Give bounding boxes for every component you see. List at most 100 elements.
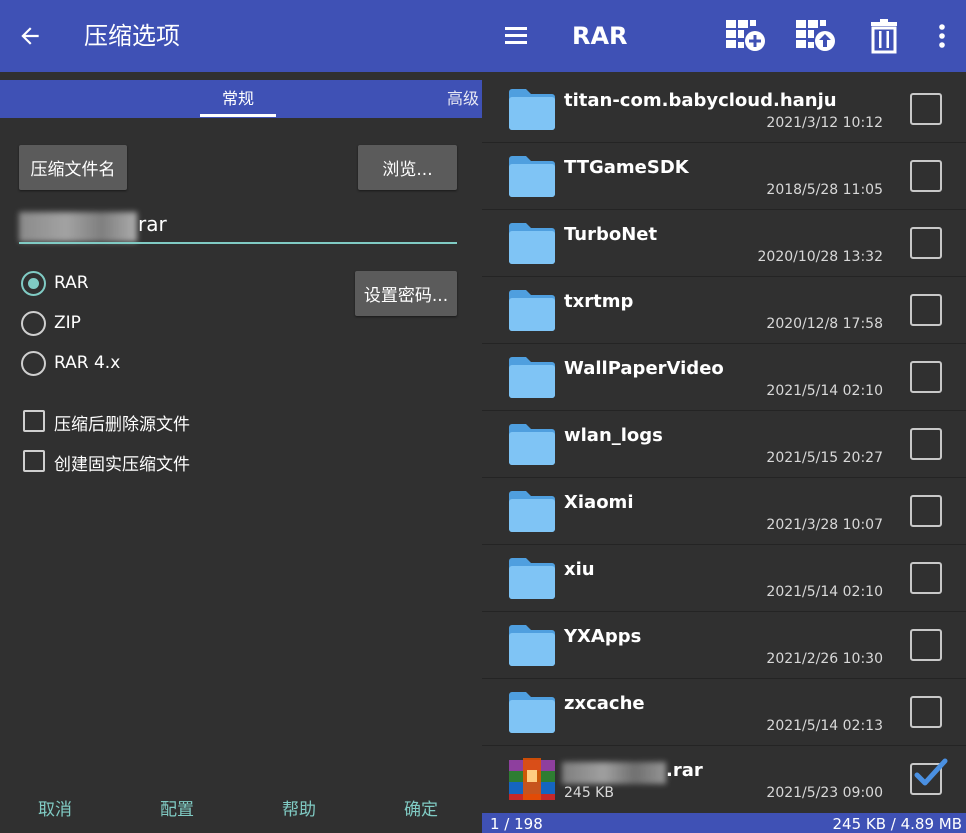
- file-row[interactable]: titan-com.babycloud.hanju 2021/3/12 10:12: [482, 76, 966, 143]
- arrow-back-icon: [21, 27, 39, 45]
- file-date: 2020/12/8 17:58: [766, 316, 883, 332]
- file-size: 245 KB: [564, 785, 614, 801]
- folder-icon: [507, 287, 557, 333]
- screen: 压缩选项 常规 高级 压缩文件名 浏览... rar RAR ZIP RAR 4…: [0, 0, 966, 833]
- page-title: 压缩选项: [84, 22, 180, 50]
- file-row[interactable]: zxcache 2021/5/14 02:13: [482, 679, 966, 746]
- checkbox-label: 创建固实压缩文件: [54, 455, 190, 475]
- folder-icon: [507, 354, 557, 400]
- file-checkbox[interactable]: [910, 160, 942, 192]
- selection-size: 245 KB / 4.89 MB: [832, 815, 962, 833]
- ok-button[interactable]: 确定: [404, 795, 438, 820]
- add-to-archive-button[interactable]: [724, 16, 768, 56]
- profiles-button[interactable]: 配置: [160, 795, 194, 820]
- format-label: RAR: [54, 273, 89, 293]
- file-name: wlan_logs: [564, 425, 663, 446]
- format-radio-zip[interactable]: ZIP: [21, 311, 221, 337]
- menu-button[interactable]: [502, 22, 532, 50]
- menu-icon: [505, 27, 527, 44]
- file-checkbox[interactable]: [910, 294, 942, 326]
- folder-icon: [507, 488, 557, 534]
- file-name: titan-com.babycloud.hanju: [564, 90, 837, 111]
- cancel-button[interactable]: 取消: [38, 795, 72, 820]
- more-options-button[interactable]: [924, 16, 960, 56]
- file-date: 2021/3/12 10:12: [766, 115, 883, 131]
- file-row[interactable]: wlan_logs 2021/5/15 20:27: [482, 411, 966, 478]
- format-label: ZIP: [54, 313, 81, 333]
- radio-checked-icon: [21, 271, 46, 296]
- file-date: 2021/5/14 02:13: [766, 718, 883, 734]
- file-checkbox[interactable]: [910, 428, 942, 460]
- set-password-button[interactable]: 设置密码...: [355, 271, 457, 316]
- solid-archive-checkbox[interactable]: 创建固实压缩文件: [23, 450, 323, 475]
- file-row[interactable]: Xiaomi 2021/3/28 10:07: [482, 478, 966, 545]
- folder-icon: [507, 555, 557, 601]
- file-checkbox[interactable]: [910, 227, 942, 259]
- checkbox-unchecked-icon: [23, 410, 45, 432]
- rar-archive-icon: [507, 756, 557, 802]
- file-row[interactable]: TTGameSDK 2018/5/28 11:05: [482, 143, 966, 210]
- file-checkbox-checked[interactable]: [910, 758, 948, 795]
- archive-name-button[interactable]: 压缩文件名: [19, 145, 127, 190]
- radio-unchecked-icon: [21, 311, 46, 336]
- delete-button[interactable]: [862, 16, 906, 56]
- app-title: RAR: [572, 22, 628, 50]
- file-date: 2021/3/28 10:07: [766, 517, 883, 533]
- help-button[interactable]: 帮助: [282, 795, 316, 820]
- format-radio-rar[interactable]: RAR: [21, 271, 221, 297]
- archive-name-suffix: .rar: [666, 760, 703, 781]
- file-checkbox[interactable]: [910, 361, 942, 393]
- checkbox-label: 压缩后删除源文件: [54, 415, 190, 435]
- delete-after-archiving-checkbox[interactable]: 压缩后删除源文件: [23, 410, 323, 435]
- file-row[interactable]: TurboNet 2020/10/28 13:32: [482, 210, 966, 277]
- file-date: 2020/10/28 13:32: [757, 249, 884, 265]
- more-vert-icon: [939, 24, 945, 48]
- tab-advanced[interactable]: 高级: [447, 80, 479, 118]
- file-name: TurboNet: [564, 224, 658, 245]
- browse-button[interactable]: 浏览...: [358, 145, 457, 190]
- archive-extract-icon: [796, 20, 835, 51]
- format-label: RAR 4.x: [54, 353, 121, 373]
- file-checkbox[interactable]: [910, 562, 942, 594]
- file-row[interactable]: xiu 2021/5/14 02:10: [482, 545, 966, 612]
- file-name: zxcache: [564, 693, 645, 714]
- file-row-archive[interactable]: .rar 245 KB 2021/5/23 09:00: [482, 746, 966, 813]
- file-date: 2021/5/15 20:27: [766, 450, 883, 466]
- compress-options-panel: 压缩选项 常规 高级 压缩文件名 浏览... rar RAR ZIP RAR 4…: [0, 0, 482, 833]
- file-row[interactable]: txrtmp 2020/12/8 17:58: [482, 277, 966, 344]
- file-list: titan-com.babycloud.hanju 2021/3/12 10:12…: [482, 76, 966, 813]
- file-date: 2018/5/28 11:05: [766, 182, 883, 198]
- back-button[interactable]: [12, 18, 48, 54]
- folder-icon: [507, 153, 557, 199]
- file-date: 2021/5/14 02:10: [766, 584, 883, 600]
- tab-general[interactable]: 常规: [200, 80, 276, 118]
- file-name: YXApps: [564, 626, 642, 647]
- file-checkbox[interactable]: [910, 696, 942, 728]
- radio-unchecked-icon: [21, 351, 46, 376]
- selection-count: 1 / 198: [490, 815, 543, 833]
- archive-name-field[interactable]: rar: [19, 208, 457, 244]
- check-icon: [914, 758, 948, 786]
- redacted-archive-name: [562, 762, 666, 784]
- extract-button[interactable]: [794, 16, 838, 56]
- folder-icon: [507, 421, 557, 467]
- file-checkbox[interactable]: [910, 93, 942, 125]
- file-date: 2021/5/14 02:10: [766, 383, 883, 399]
- format-radio-rar4[interactable]: RAR 4.x: [21, 351, 221, 377]
- active-tab-indicator: [200, 114, 276, 117]
- folder-icon: [507, 689, 557, 735]
- file-checkbox[interactable]: [910, 629, 942, 661]
- redacted-filename: [19, 212, 137, 242]
- file-row[interactable]: WallPaperVideo 2021/5/14 02:10: [482, 344, 966, 411]
- file-name: WallPaperVideo: [564, 358, 724, 379]
- tab-bar: 常规 高级: [0, 80, 482, 118]
- file-date: 2021/5/23 09:00: [766, 785, 883, 801]
- status-bar: 1 / 198 245 KB / 4.89 MB: [482, 813, 966, 833]
- file-row[interactable]: YXApps 2021/2/26 10:30: [482, 612, 966, 679]
- file-date: 2021/2/26 10:30: [766, 651, 883, 667]
- file-name: Xiaomi: [564, 492, 634, 513]
- file-name: xiu: [564, 559, 595, 580]
- archive-add-icon: [726, 20, 765, 51]
- file-checkbox[interactable]: [910, 495, 942, 527]
- file-browser-panel: RAR titan-com.babycloud.hanju 2021/3/12 …: [482, 0, 966, 833]
